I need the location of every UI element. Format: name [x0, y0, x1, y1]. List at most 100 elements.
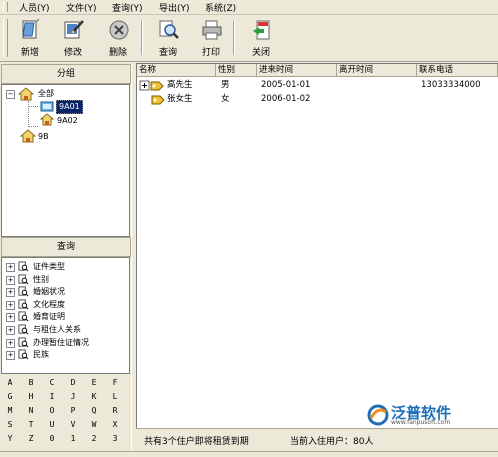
alphabet-index-letter[interactable]: J [68, 392, 78, 401]
print-button-label: 打印 [201, 48, 220, 58]
alphabet-index-letter[interactable]: P [68, 406, 78, 415]
alphabet-index-letter[interactable]: V [68, 420, 78, 429]
tree-item-9b[interactable]: 9B [38, 131, 49, 143]
query-condition-item[interactable]: 性别 [33, 274, 49, 286]
alphabet-index-letter[interactable]: N [26, 406, 36, 415]
tree-expand-toggle[interactable]: + [6, 351, 15, 361]
alphabet-index-letter[interactable]: 1 [68, 434, 78, 443]
alphabet-index-letter[interactable]: U [47, 420, 57, 429]
magnifier-icon [159, 20, 179, 39]
table-row[interactable]: 张女生 女 2006-01-02 [137, 93, 498, 106]
alphabet-index-letter[interactable]: Y [5, 434, 15, 443]
alphabet-index-letter[interactable]: I [47, 392, 57, 401]
alphabet-index-letter[interactable]: Q [89, 406, 99, 415]
alphabet-index-letter[interactable]: L [110, 392, 120, 401]
query-panel-title: 查询 [56, 242, 75, 252]
tree-expand-toggle[interactable]: + [6, 326, 15, 335]
close-button-label: 关闭 [251, 48, 270, 58]
tree-line [28, 126, 38, 127]
tree-expand-toggle[interactable]: + [6, 263, 15, 272]
alphabet-index-letter[interactable]: M [5, 406, 15, 415]
alphabet-index-letter[interactable]: E [89, 378, 99, 387]
column-header-phone[interactable]: 联系电话 [417, 64, 498, 77]
search-document-icon [18, 337, 29, 348]
tree-expand-toggle[interactable]: + [6, 275, 15, 285]
query-button[interactable]: 查询 [150, 18, 186, 59]
close-button[interactable]: 关闭 [243, 18, 279, 59]
query-condition-item[interactable]: 婚育证明 [33, 311, 65, 323]
tree-item-all[interactable]: 全部 [38, 88, 54, 100]
group-panel-title: 分组 [56, 69, 75, 79]
add-button[interactable]: 新增 [12, 18, 48, 59]
status-current-tenants: 当前入住用户：80人 [290, 437, 374, 447]
tag-icon [151, 95, 165, 105]
alphabet-index: A B C D E F G H I J K L M N O P Q R S T U V W X Y Z 0 1 2 3 [1, 378, 129, 450]
column-header-gender[interactable]: 性别 [216, 64, 257, 77]
menu-bar: 人员(Y) 文件(Y) 查询(Y) 导出(Y) 系统(Z) [0, 0, 498, 15]
alphabet-index-letter[interactable]: C [47, 378, 57, 387]
menu-person[interactable]: 人员(Y) [19, 1, 50, 14]
alphabet-index-letter[interactable]: S [5, 420, 15, 429]
menu-export[interactable]: 导出(Y) [159, 1, 190, 14]
toolbar-grip [3, 19, 8, 57]
exit-door-icon [253, 20, 270, 40]
query-condition-item[interactable]: 民族 [33, 349, 49, 361]
alphabet-index-letter[interactable]: K [89, 392, 99, 401]
alphabet-index-letter[interactable]: A [5, 378, 15, 387]
tree-item-9a01[interactable]: 9A01 [56, 100, 83, 114]
tree-item-9a02[interactable]: 9A02 [57, 115, 78, 127]
query-condition-item[interactable]: 婚姻状况 [33, 286, 65, 298]
menu-system[interactable]: 系统(Z) [205, 1, 236, 14]
edit-button-label: 修改 [63, 48, 82, 58]
menu-file[interactable]: 文件(Y) [66, 1, 97, 14]
query-condition-item[interactable]: 证件类型 [33, 261, 65, 273]
alphabet-index-letter[interactable]: 2 [89, 434, 99, 443]
new-document-icon [22, 19, 40, 39]
column-header-name[interactable]: 名称 [137, 64, 216, 77]
alphabet-index-letter[interactable]: X [110, 420, 120, 429]
alphabet-index-letter[interactable]: B [26, 378, 36, 387]
tenant-grid[interactable]: 名称 性别 进来时间 离开时间 联系电话 高先生 男 2005-01-01 13… [136, 63, 498, 429]
alphabet-index-letter[interactable]: 0 [47, 434, 57, 443]
search-document-icon [18, 349, 29, 360]
house-icon [40, 113, 54, 126]
status-bar: 共有3个住户即将租赁到期 当前入住用户：80人 [136, 428, 498, 451]
tree-expand-toggle[interactable]: + [6, 313, 15, 323]
column-header-in-time[interactable]: 进来时间 [257, 64, 337, 77]
cell-name: 高先生 [167, 80, 193, 90]
alphabet-index-letter[interactable]: Z [26, 434, 36, 443]
toolbar: 新增 修改 删除 查询 打印 关闭 [0, 15, 498, 62]
edit-button[interactable]: 修改 [55, 18, 91, 59]
tree-expand-toggle[interactable]: + [6, 338, 15, 348]
query-condition-tree[interactable]: + 证件类型 + 性别 + 婚姻状况 + 文化程度 + 婚育证明 + 与租住人关系 + 办理暂住证情况 + 民… [1, 257, 130, 374]
tree-expand-toggle[interactable]: + [6, 288, 15, 298]
brand-url: www.fanpusoft.com [391, 419, 451, 426]
column-header-out-time[interactable]: 离开时间 [337, 64, 417, 77]
delete-button[interactable]: 删除 [100, 18, 136, 59]
search-document-icon [18, 261, 29, 272]
alphabet-index-letter[interactable]: O [47, 406, 57, 415]
alphabet-index-letter[interactable]: H [26, 392, 36, 401]
tree-collapse-toggle[interactable]: − [6, 90, 15, 99]
cell-name: 张女生 [167, 94, 193, 104]
table-row[interactable]: 高先生 男 2005-01-01 13033334000 [137, 79, 498, 92]
query-condition-item[interactable]: 办理暂住证情况 [33, 337, 89, 349]
alphabet-index-letter[interactable]: W [89, 420, 99, 429]
alphabet-index-letter[interactable]: T [26, 420, 36, 429]
group-tree[interactable]: − 全部 9A01 9A02 9B [1, 84, 130, 237]
tree-expand-toggle[interactable]: + [6, 300, 15, 310]
alphabet-index-letter[interactable]: R [110, 406, 120, 415]
search-document-icon [18, 274, 29, 285]
alphabet-index-letter[interactable]: G [5, 392, 15, 401]
house-icon [18, 87, 34, 101]
alphabet-index-letter[interactable]: D [68, 378, 78, 387]
query-condition-item[interactable]: 与租住人关系 [33, 324, 81, 336]
add-button-label: 新增 [20, 48, 39, 58]
alphabet-index-letter[interactable]: F [110, 378, 120, 387]
cell-phone: 13033334000 [421, 80, 481, 90]
query-condition-item[interactable]: 文化程度 [33, 299, 65, 311]
print-button[interactable]: 打印 [193, 18, 229, 59]
alphabet-index-letter[interactable]: 3 [110, 434, 120, 443]
menu-query[interactable]: 查询(Y) [112, 1, 143, 14]
query-button-label: 查询 [158, 48, 177, 58]
